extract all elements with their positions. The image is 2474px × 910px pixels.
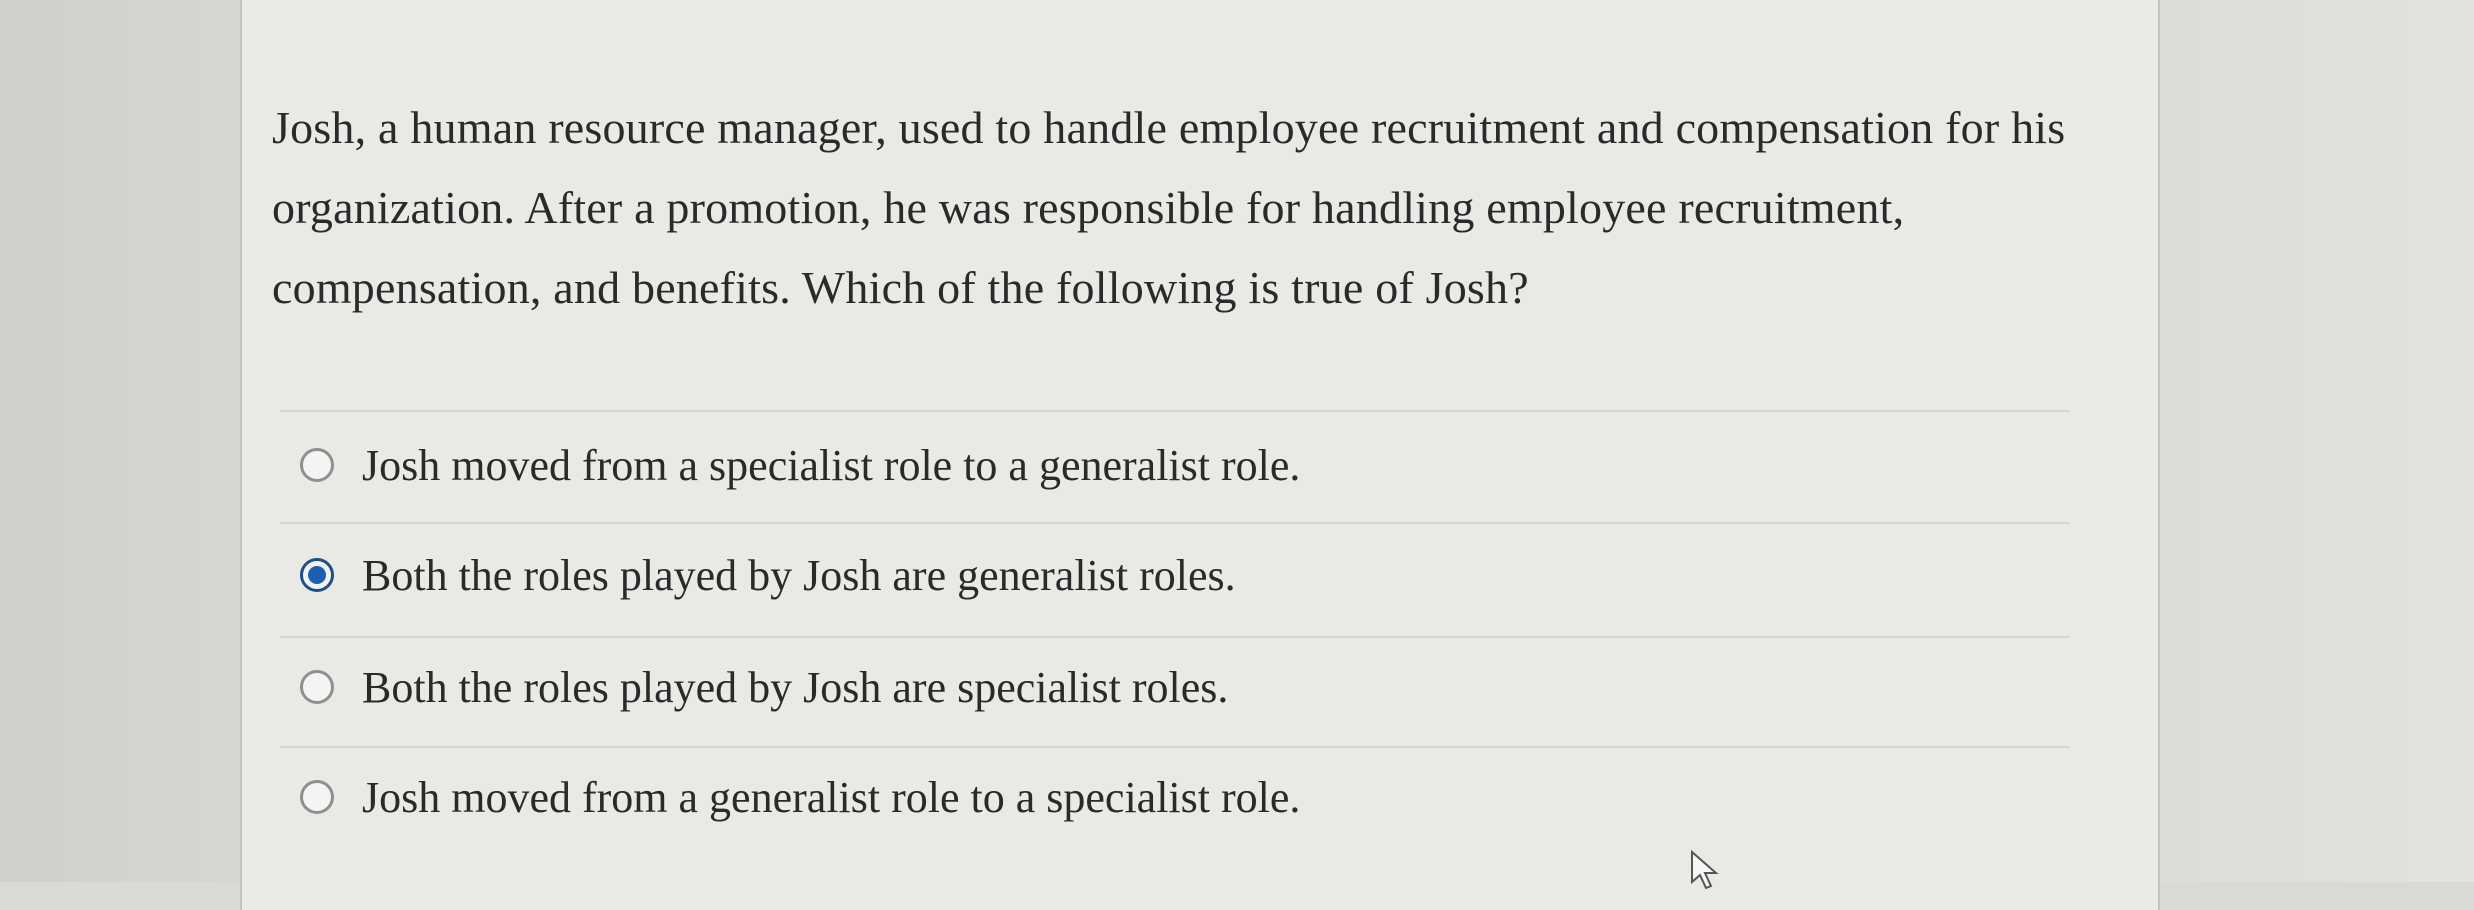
answer-option-label: Josh moved from a specialist role to a g…	[362, 440, 1301, 490]
answer-option-1[interactable]: Josh moved from a specialist role to a g…	[300, 430, 1300, 500]
radio-button-unselected[interactable]	[300, 780, 334, 814]
divider	[280, 410, 2070, 412]
question-text: Josh, a human resource manager, used to …	[272, 102, 2066, 313]
radio-button-unselected[interactable]	[300, 670, 334, 704]
radio-button-unselected[interactable]	[300, 448, 334, 482]
answer-option-label: Both the roles played by Josh are genera…	[362, 550, 1236, 600]
divider	[280, 746, 2070, 748]
answer-option-3[interactable]: Both the roles played by Josh are specia…	[300, 652, 1228, 722]
answer-option-label: Both the roles played by Josh are specia…	[362, 662, 1229, 712]
radio-button-selected[interactable]	[300, 558, 334, 592]
answer-option-label: Josh moved from a generalist role to a s…	[362, 772, 1301, 822]
answer-option-2[interactable]: Both the roles played by Josh are genera…	[300, 540, 1236, 610]
divider	[280, 636, 2070, 638]
answer-option-4[interactable]: Josh moved from a generalist role to a s…	[300, 762, 1300, 832]
divider	[280, 522, 2070, 524]
background-left	[0, 0, 240, 882]
background-right	[2160, 0, 2474, 882]
